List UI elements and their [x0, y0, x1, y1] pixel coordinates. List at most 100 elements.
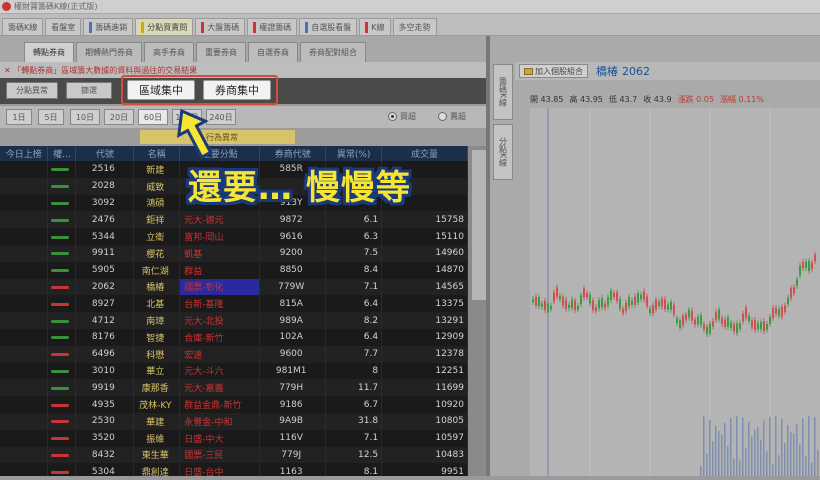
volume-bar — [709, 419, 711, 476]
broker-tab[interactable]: 自選券商 — [248, 42, 298, 62]
trend-spark-icon — [51, 353, 70, 357]
candle-body — [748, 315, 750, 322]
top-tab[interactable]: 多空走勢 — [392, 18, 437, 35]
table-row[interactable]: 5304 鼎創達 日盛-台中 1163 8.1 9951 — [0, 463, 468, 476]
candlestick-chart[interactable] — [530, 108, 820, 476]
cell-code: 8927 — [75, 295, 135, 313]
column-header[interactable]: 異常(%) — [325, 146, 383, 161]
cell-code: 5344 — [75, 228, 135, 245]
table-row[interactable]: 5344 立衛 富邦-岡山 9616 6.3 15110 — [0, 228, 468, 245]
tab-chip-kline[interactable]: 籌碼K線 — [493, 64, 513, 120]
top-tab[interactable]: 權證籌碼 — [247, 18, 298, 35]
candle-body — [793, 287, 795, 294]
candle-body — [715, 312, 717, 320]
cell-code: 5905 — [75, 261, 135, 279]
table-row[interactable]: 2530 華建 永豐金-中和 9A9B 31.8 10805 — [0, 412, 468, 430]
table-row[interactable]: 4712 南璋 元大-北投 989A 8.2 13291 — [0, 312, 468, 329]
cell-bcode: 9200 — [259, 244, 327, 262]
candle-body — [598, 299, 600, 309]
cell-pct: 7.1 — [325, 429, 383, 447]
trend-spark-icon — [51, 386, 70, 390]
period-button[interactable]: 5日 — [38, 109, 64, 125]
cell-code: 2062 — [75, 278, 135, 296]
period-button[interactable]: 10日 — [70, 109, 100, 125]
top-tab[interactable]: 分點買賣問 — [135, 18, 194, 35]
trend-spark-icon — [51, 285, 70, 289]
add-to-portfolio-button[interactable]: 加入個股組合 — [519, 64, 588, 78]
table-row[interactable]: 8176 智捷 合庫-新竹 102A 6.4 12909 — [0, 328, 468, 346]
top-tab[interactable]: 自選股看盤 — [299, 18, 358, 35]
table-row[interactable]: 9919 康那香 元大-嘉義 779H 11.7 11699 — [0, 379, 468, 397]
volume-bar — [733, 458, 735, 476]
top-tab-label: 權證籌碼 — [259, 22, 292, 32]
table-row[interactable]: 5905 南仁湖 群益 8850 8.4 14870 — [0, 261, 468, 279]
cell-listed — [0, 244, 49, 262]
candle-body — [613, 292, 615, 298]
broker-tab[interactable]: 高手券商 — [144, 42, 194, 62]
column-header[interactable]: 券商代號 — [259, 146, 327, 161]
abnormal-branch-button[interactable]: 分點異常 — [6, 82, 58, 99]
column-header[interactable]: 權... — [47, 146, 77, 161]
column-header[interactable]: 代號 — [75, 146, 135, 161]
buy-radio[interactable] — [388, 112, 397, 121]
tab-branch-kline[interactable]: 分點K線 — [493, 124, 513, 180]
table-row[interactable]: 4935 茂林-KY 群益金鼎-新竹 9186 6.7 10920 — [0, 396, 468, 413]
candle-body — [625, 302, 627, 311]
table-row[interactable]: 6496 科懋 宏遠 9600 7.7 12378 — [0, 345, 468, 363]
broker-tab[interactable]: 期轉熱門券商 — [76, 42, 142, 62]
filter-button[interactable]: 篩選 — [66, 82, 112, 99]
panel-divider[interactable] — [486, 36, 490, 476]
top-tab[interactable]: 籌碼K線 — [2, 18, 44, 35]
column-header[interactable]: 今日上榜 — [0, 146, 49, 161]
column-header[interactable]: 成交量 — [381, 146, 468, 161]
table-row[interactable]: 2476 鉅祥 元大-德元 9872 6.1 15758 — [0, 211, 468, 229]
cell-code: 9919 — [75, 379, 135, 397]
top-tab[interactable]: K線 — [359, 18, 391, 35]
volume-bar — [736, 416, 738, 476]
cell-vol: 13375 — [381, 295, 468, 313]
top-tab[interactable]: 看盤室 — [45, 18, 82, 35]
cell-branch: 元大-嘉義 — [179, 379, 261, 397]
period-button[interactable]: 60日 — [138, 109, 168, 125]
table-row[interactable]: 2062 橋椿 國票-彰化 779W 7.1 14565 — [0, 278, 468, 296]
candle-body — [631, 300, 633, 305]
close-price: 收 43.9 — [643, 94, 672, 104]
volume-bar — [775, 416, 777, 476]
trend-spark-icon — [51, 185, 70, 189]
candle-body — [712, 321, 714, 327]
cell-bcode: 116V — [259, 429, 327, 447]
period-button[interactable]: 1日 — [6, 109, 32, 125]
candle-body — [664, 299, 666, 310]
table-row[interactable]: 9911 櫻花 凱基 9200 7.5 14960 — [0, 244, 468, 262]
cell-code: 4712 — [75, 312, 135, 329]
candle-body — [595, 307, 597, 312]
volume-bar — [742, 417, 744, 476]
broker-tab[interactable]: 轉點券商 — [24, 42, 74, 62]
period-button[interactable]: 20日 — [104, 109, 134, 125]
candle-body — [538, 297, 540, 307]
broker-tab[interactable]: 重要券商 — [196, 42, 246, 62]
broker-tab[interactable]: 券商配對組合 — [300, 42, 366, 62]
volume-bar — [766, 451, 768, 476]
top-tab[interactable]: 籌碼進銷 — [83, 18, 134, 35]
trend-spark-icon — [51, 470, 70, 474]
top-tab-label: 籌碼K線 — [8, 22, 38, 32]
chart-toolbar: 加入個股組合 橋椿 2062 — [515, 62, 820, 80]
scrollbar-thumb[interactable] — [472, 150, 486, 300]
cell-branch: 凱基 — [179, 244, 261, 262]
cell-listed — [0, 177, 49, 195]
sell-radio[interactable] — [438, 112, 447, 121]
top-tab[interactable]: 大盤籌碼 — [195, 18, 246, 35]
table-row[interactable]: 3520 振維 日盛-中大 116V 7.1 10597 — [0, 429, 468, 447]
table-row[interactable]: 8927 北基 台新-基隆 815A 6.4 13375 — [0, 295, 468, 313]
candle-body — [772, 308, 774, 319]
candle-body — [694, 319, 696, 325]
volume-bar — [751, 436, 753, 476]
candle-body — [601, 297, 603, 308]
trend-spark-icon — [51, 235, 70, 239]
candle-body — [655, 299, 657, 310]
table-row[interactable]: 8432 東生華 國票-三民 779J 12.5 10483 — [0, 446, 468, 464]
app-icon — [2, 2, 11, 11]
volume-bar — [700, 466, 702, 476]
table-row[interactable]: 3010 華立 元大-斗六 981M1 8 12251 — [0, 362, 468, 380]
